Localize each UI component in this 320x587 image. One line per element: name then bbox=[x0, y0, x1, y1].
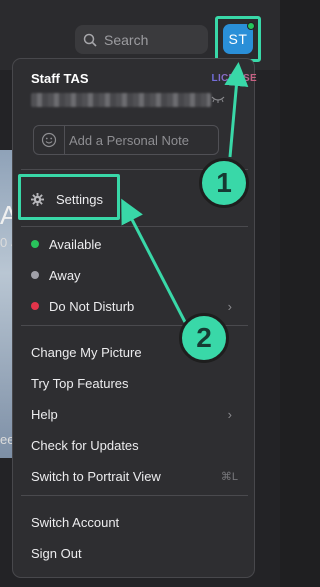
step-badge-1: 1 bbox=[199, 158, 249, 208]
arrow-to-avatar bbox=[224, 62, 249, 158]
step-badge-2: 2 bbox=[179, 313, 229, 363]
arrow-to-settings bbox=[121, 198, 187, 323]
annotation-arrows bbox=[121, 62, 249, 323]
